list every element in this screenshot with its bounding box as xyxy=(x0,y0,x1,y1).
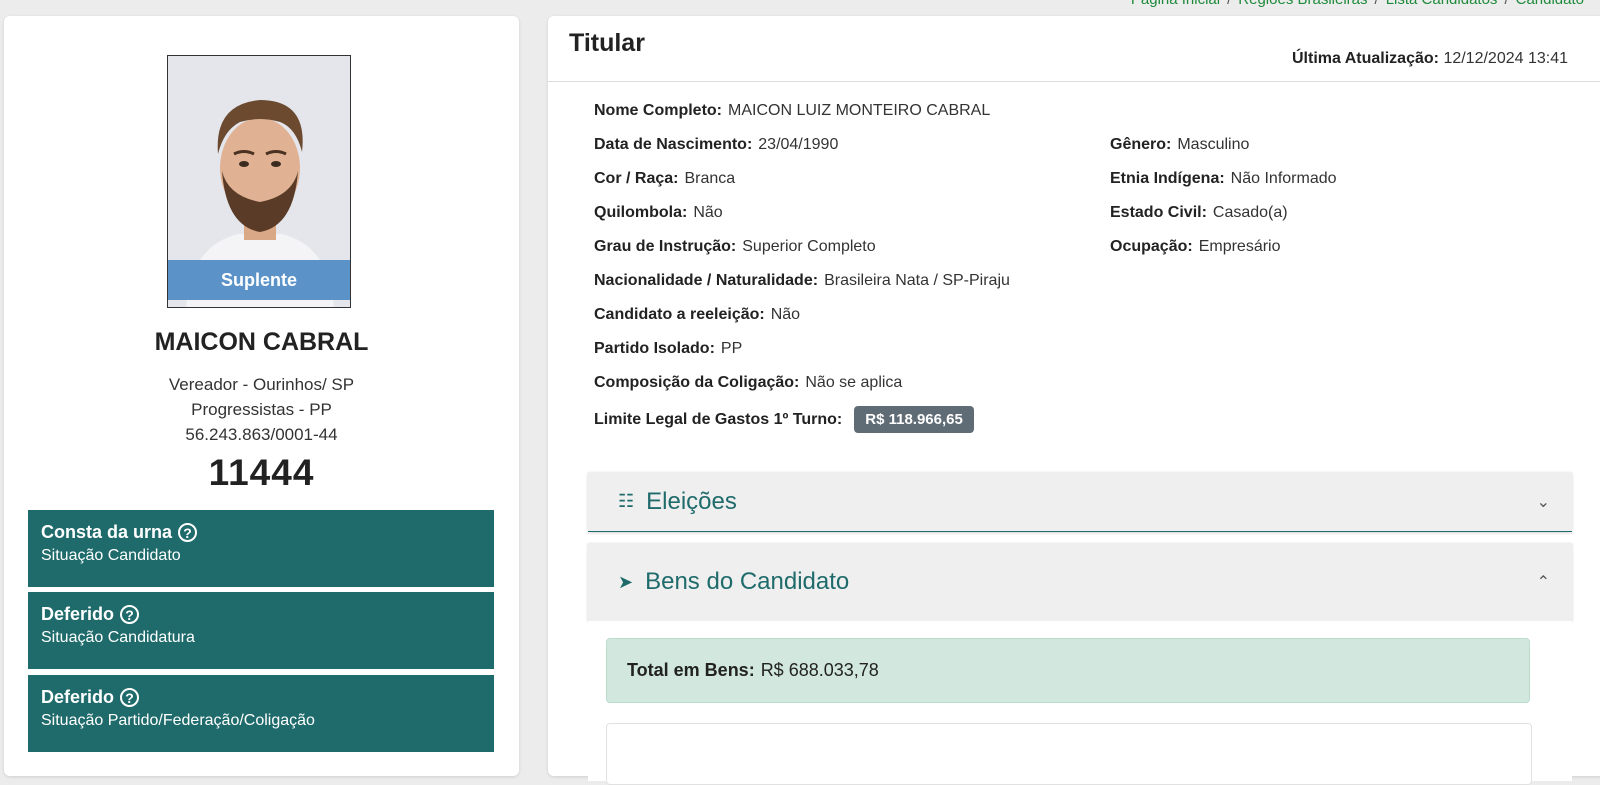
chevron-up-icon: ⌃ xyxy=(1536,574,1550,591)
status-subtitle: Situação Partido/Federação/Coligação xyxy=(41,712,315,729)
last-update-label: Última Atualização: xyxy=(1291,50,1439,67)
breadcrumb-regions[interactable]: Regiões Brasileiras xyxy=(1238,0,1367,8)
last-update: Última Atualização: 12/12/2024 13:41 xyxy=(1292,50,1568,68)
field-cor-raca: Cor / Raça: Branca xyxy=(594,170,736,187)
rocket-icon: ➤ xyxy=(618,571,634,592)
status-candidatura: Deferido ? Situação Candidatura xyxy=(28,592,494,669)
limite-gastos-badge: R$ 118.966,65 xyxy=(854,406,974,433)
accordion-bens-label: Bens do Candidato xyxy=(645,568,850,595)
status-subtitle: Situação Candidato xyxy=(41,547,181,564)
field-data-nascimento: Data de Nascimento: 23/04/1990 xyxy=(594,136,839,153)
field-genero: Gênero: Masculino xyxy=(1110,136,1250,153)
candidate-info: Vereador - Ourinhos/ SP Progressistas - … xyxy=(4,372,519,447)
field-quilombola: Quilombola: Não xyxy=(594,204,723,221)
field-grau-instrucao: Grau de Instrução: Superior Completo xyxy=(594,238,876,255)
accordion-bens-header[interactable]: ➤ Bens do Candidato ⌃ xyxy=(588,543,1572,621)
status-subtitle: Situação Candidatura xyxy=(41,629,195,646)
accordion-eleicoes-label: Eleições xyxy=(646,487,737,515)
total-bens-box: Total em Bens: R$ 688.033,78 xyxy=(606,638,1530,703)
status-title: Consta da urna xyxy=(41,522,173,542)
candidate-party: Progressistas - PP xyxy=(191,400,332,419)
accordion-eleicoes-header[interactable]: ☷ Eleições ⌄ xyxy=(588,472,1572,531)
breadcrumb-separator: / xyxy=(1227,0,1231,8)
field-limite-gastos: Limite Legal de Gastos 1º Turno: R$ 118.9… xyxy=(594,406,974,433)
candidate-name: MAICON CABRAL xyxy=(154,328,369,356)
breadcrumb-home[interactable]: Página Inicial xyxy=(1131,0,1220,8)
candidate-number: 11444 xyxy=(208,452,315,493)
field-reeleicao: Candidato a reeleição: Não xyxy=(594,306,801,323)
accordion-bens[interactable]: ➤ Bens do Candidato ⌃ xyxy=(588,543,1572,621)
candidate-office: Vereador - Ourinhos/ SP xyxy=(168,375,355,394)
candidate-photo: Suplente xyxy=(167,55,351,308)
help-icon[interactable]: ? xyxy=(120,688,140,707)
suplente-badge: Suplente xyxy=(168,260,350,300)
breadcrumb-separator: / xyxy=(1375,0,1379,8)
breadcrumb-separator: / xyxy=(1504,0,1508,8)
breadcrumb-candidates-list[interactable]: Lista Candidatos xyxy=(1386,0,1498,8)
status-title: Deferido xyxy=(41,687,115,707)
candidate-profile-card: Suplente MAICON CABRAL Vereador - Ourinh… xyxy=(4,16,519,776)
total-bens-value: R$ 688.033,78 xyxy=(760,660,879,680)
field-etnia: Etnia Indígena: Não Informado xyxy=(1110,170,1337,187)
field-partido: Partido Isolado: PP xyxy=(594,340,743,357)
total-bens-label: Total em Bens: xyxy=(627,660,755,680)
help-icon[interactable]: ? xyxy=(120,605,140,624)
breadcrumb: Página Inicial / Regiões Brasileiras / Lista… xyxy=(1131,0,1584,8)
chevron-down-icon: ⌄ xyxy=(1536,493,1550,511)
last-update-value: 12/12/2024 13:41 xyxy=(1443,50,1568,67)
status-title: Deferido xyxy=(41,604,115,624)
field-estado-civil: Estado Civil: Casado(a) xyxy=(1110,204,1288,221)
accordion-eleicoes[interactable]: ☷ Eleições ⌄ xyxy=(588,472,1572,532)
field-ocupacao: Ocupação: Empresário xyxy=(1110,238,1281,255)
status-candidato: Consta da urna ? Situação Candidato xyxy=(28,510,494,587)
sitemap-icon: ☷ xyxy=(618,491,635,511)
breadcrumb-candidate[interactable]: Candidato xyxy=(1516,0,1584,8)
field-coligacao: Composição da Coligação: Não se aplica xyxy=(594,374,903,391)
titular-title: Titular xyxy=(569,29,645,57)
titular-card: Titular Última Atualização: 12/12/2024 1… xyxy=(548,16,1600,785)
field-nome: Nome Completo: MAICON LUIZ MONTEIRO CABRA… xyxy=(594,102,991,119)
status-partido: Deferido ? Situação Partido/Federação/Co… xyxy=(28,675,494,752)
help-icon[interactable]: ? xyxy=(178,523,198,542)
field-nacionalidade: Nacionalidade / Naturalidade: Brasileira … xyxy=(594,272,1010,289)
candidate-cnpj: 56.243.863/0001-44 xyxy=(185,425,338,444)
bens-list-panel xyxy=(606,723,1532,785)
titular-header: Titular Última Atualização: 12/12/2024 1… xyxy=(548,16,1600,82)
